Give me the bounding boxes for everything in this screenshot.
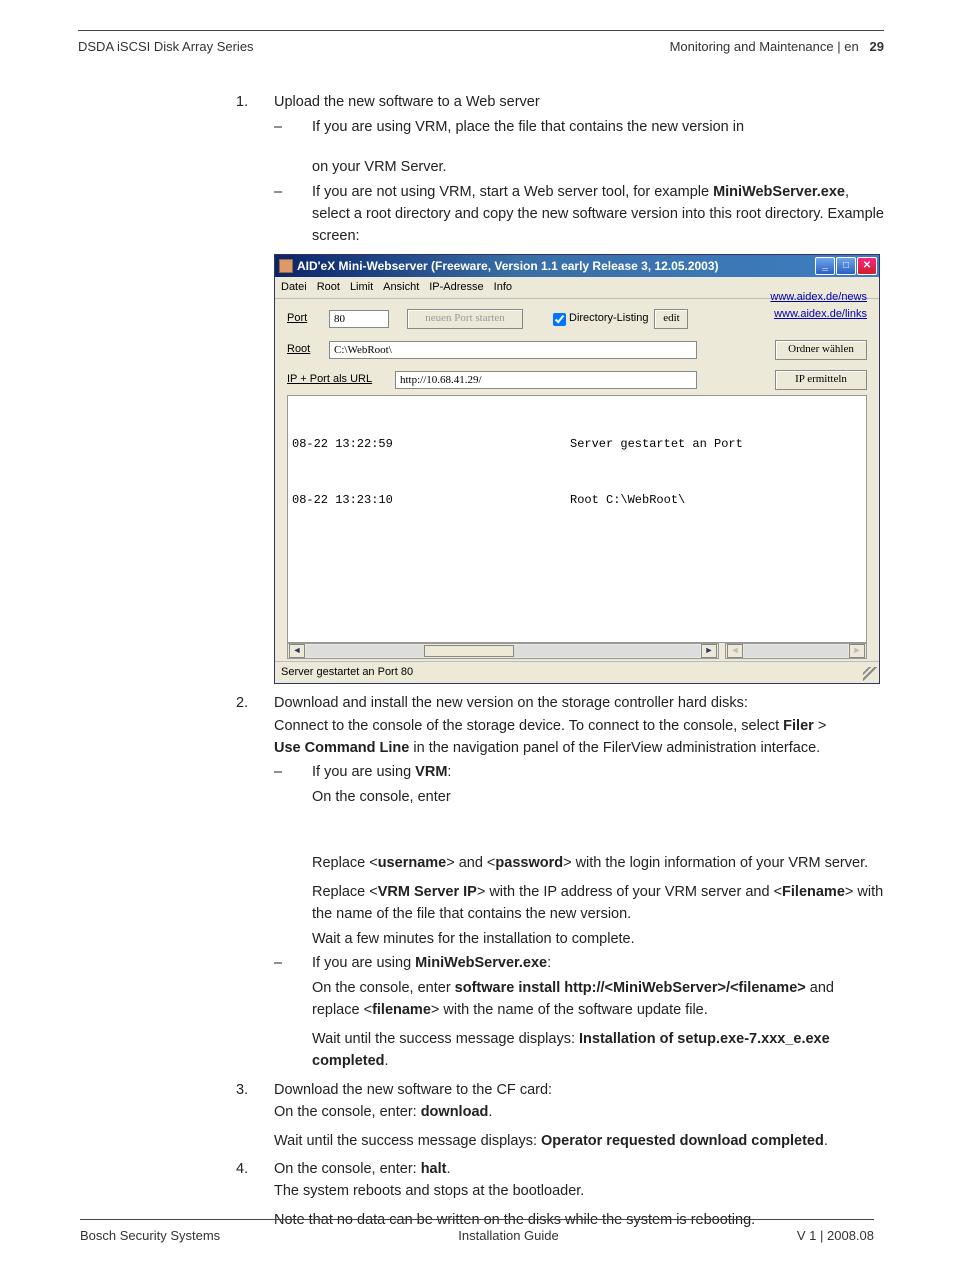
footer-right: V 1 | 2008.08 [797,1226,874,1246]
url-row: IP + Port als URL IP ermitteln [287,371,867,389]
dirlist-label: Directory-Listing [569,310,648,327]
close-button[interactable]: ✕ [857,257,877,275]
root-input[interactable] [329,341,697,359]
page-header: DSDA iSCSI Disk Array Series Monitoring … [78,30,884,57]
log-scroll: ◄ ► ◄ ► [287,643,867,659]
scroll-left-icon-2[interactable]: ◄ [727,644,743,658]
window-links: www.aidex.de/news www.aidex.de/links [770,289,867,323]
resize-grip-icon[interactable] [863,667,877,681]
root-row: Root Ordner wählen [287,341,867,359]
step-2-vrm: – If you are using VRM: On the console, … [274,761,884,950]
log-area: 08-22 13:22:59Server gestartet an Port 0… [287,395,867,643]
port-input[interactable] [329,310,389,328]
minimize-button[interactable]: ‗ [815,257,835,275]
step-2-mini: – If you are using MiniWebServer.exe: On… [274,952,884,1072]
menu-ansicht[interactable]: Ansicht [383,279,419,296]
menu-info[interactable]: Info [494,279,512,296]
url-input[interactable] [395,371,697,389]
scroll-left-icon[interactable]: ◄ [289,644,305,658]
menu-limit[interactable]: Limit [350,279,373,296]
step-1-sub-2: – If you are not using VRM, start a Web … [274,181,884,248]
url-label: IP + Port als URL [287,371,395,388]
link-links[interactable]: www.aidex.de/links [770,306,867,323]
new-port-button[interactable]: neuen Port starten [407,309,523,329]
port-label: Port [287,310,329,327]
dirlist-checkbox[interactable] [553,313,566,326]
step-1: 1. Upload the new software to a Web serv… [236,91,884,684]
get-ip-button[interactable]: IP ermitteln [775,370,867,390]
scroll-right-icon-2[interactable]: ► [849,644,865,658]
header-right: Monitoring and Maintenance | en 29 [670,37,884,57]
miniwebserver-window: AID'eX Mini-Webserver (Freeware, Version… [274,254,880,684]
step-2: 2. Download and install the new version … [236,692,884,1073]
menu-root[interactable]: Root [317,279,340,296]
log-hscroll-left[interactable]: ◄ ► [287,643,719,659]
log-hscroll-right[interactable]: ◄ ► [725,643,867,659]
root-label: Root [287,341,329,358]
step-3: 3. Download the new software to the CF c… [236,1079,884,1152]
menu-ip-adresse[interactable]: IP-Adresse [429,279,483,296]
app-icon [279,259,293,273]
step-1-sub-1: – If you are using VRM, place the file t… [274,116,884,179]
scroll-right-icon[interactable]: ► [701,644,717,658]
header-left: DSDA iSCSI Disk Array Series [78,37,254,57]
maximize-button[interactable]: □ [836,257,856,275]
menu-datei[interactable]: Datei [281,279,307,296]
body-content: 1. Upload the new software to a Web serv… [236,91,884,1231]
link-news[interactable]: www.aidex.de/news [770,289,867,306]
window-statusbar: Server gestartet an Port 80 [275,661,879,683]
choose-folder-button[interactable]: Ordner wählen [775,340,867,360]
edit-button[interactable]: edit [654,309,688,329]
footer-left: Bosch Security Systems [80,1226,220,1246]
footer-center: Installation Guide [458,1226,558,1246]
page-footer: Bosch Security Systems Installation Guid… [80,1219,874,1246]
window-titlebar[interactable]: AID'eX Mini-Webserver (Freeware, Version… [275,255,879,277]
window-title: AID'eX Mini-Webserver (Freeware, Version… [297,257,815,276]
